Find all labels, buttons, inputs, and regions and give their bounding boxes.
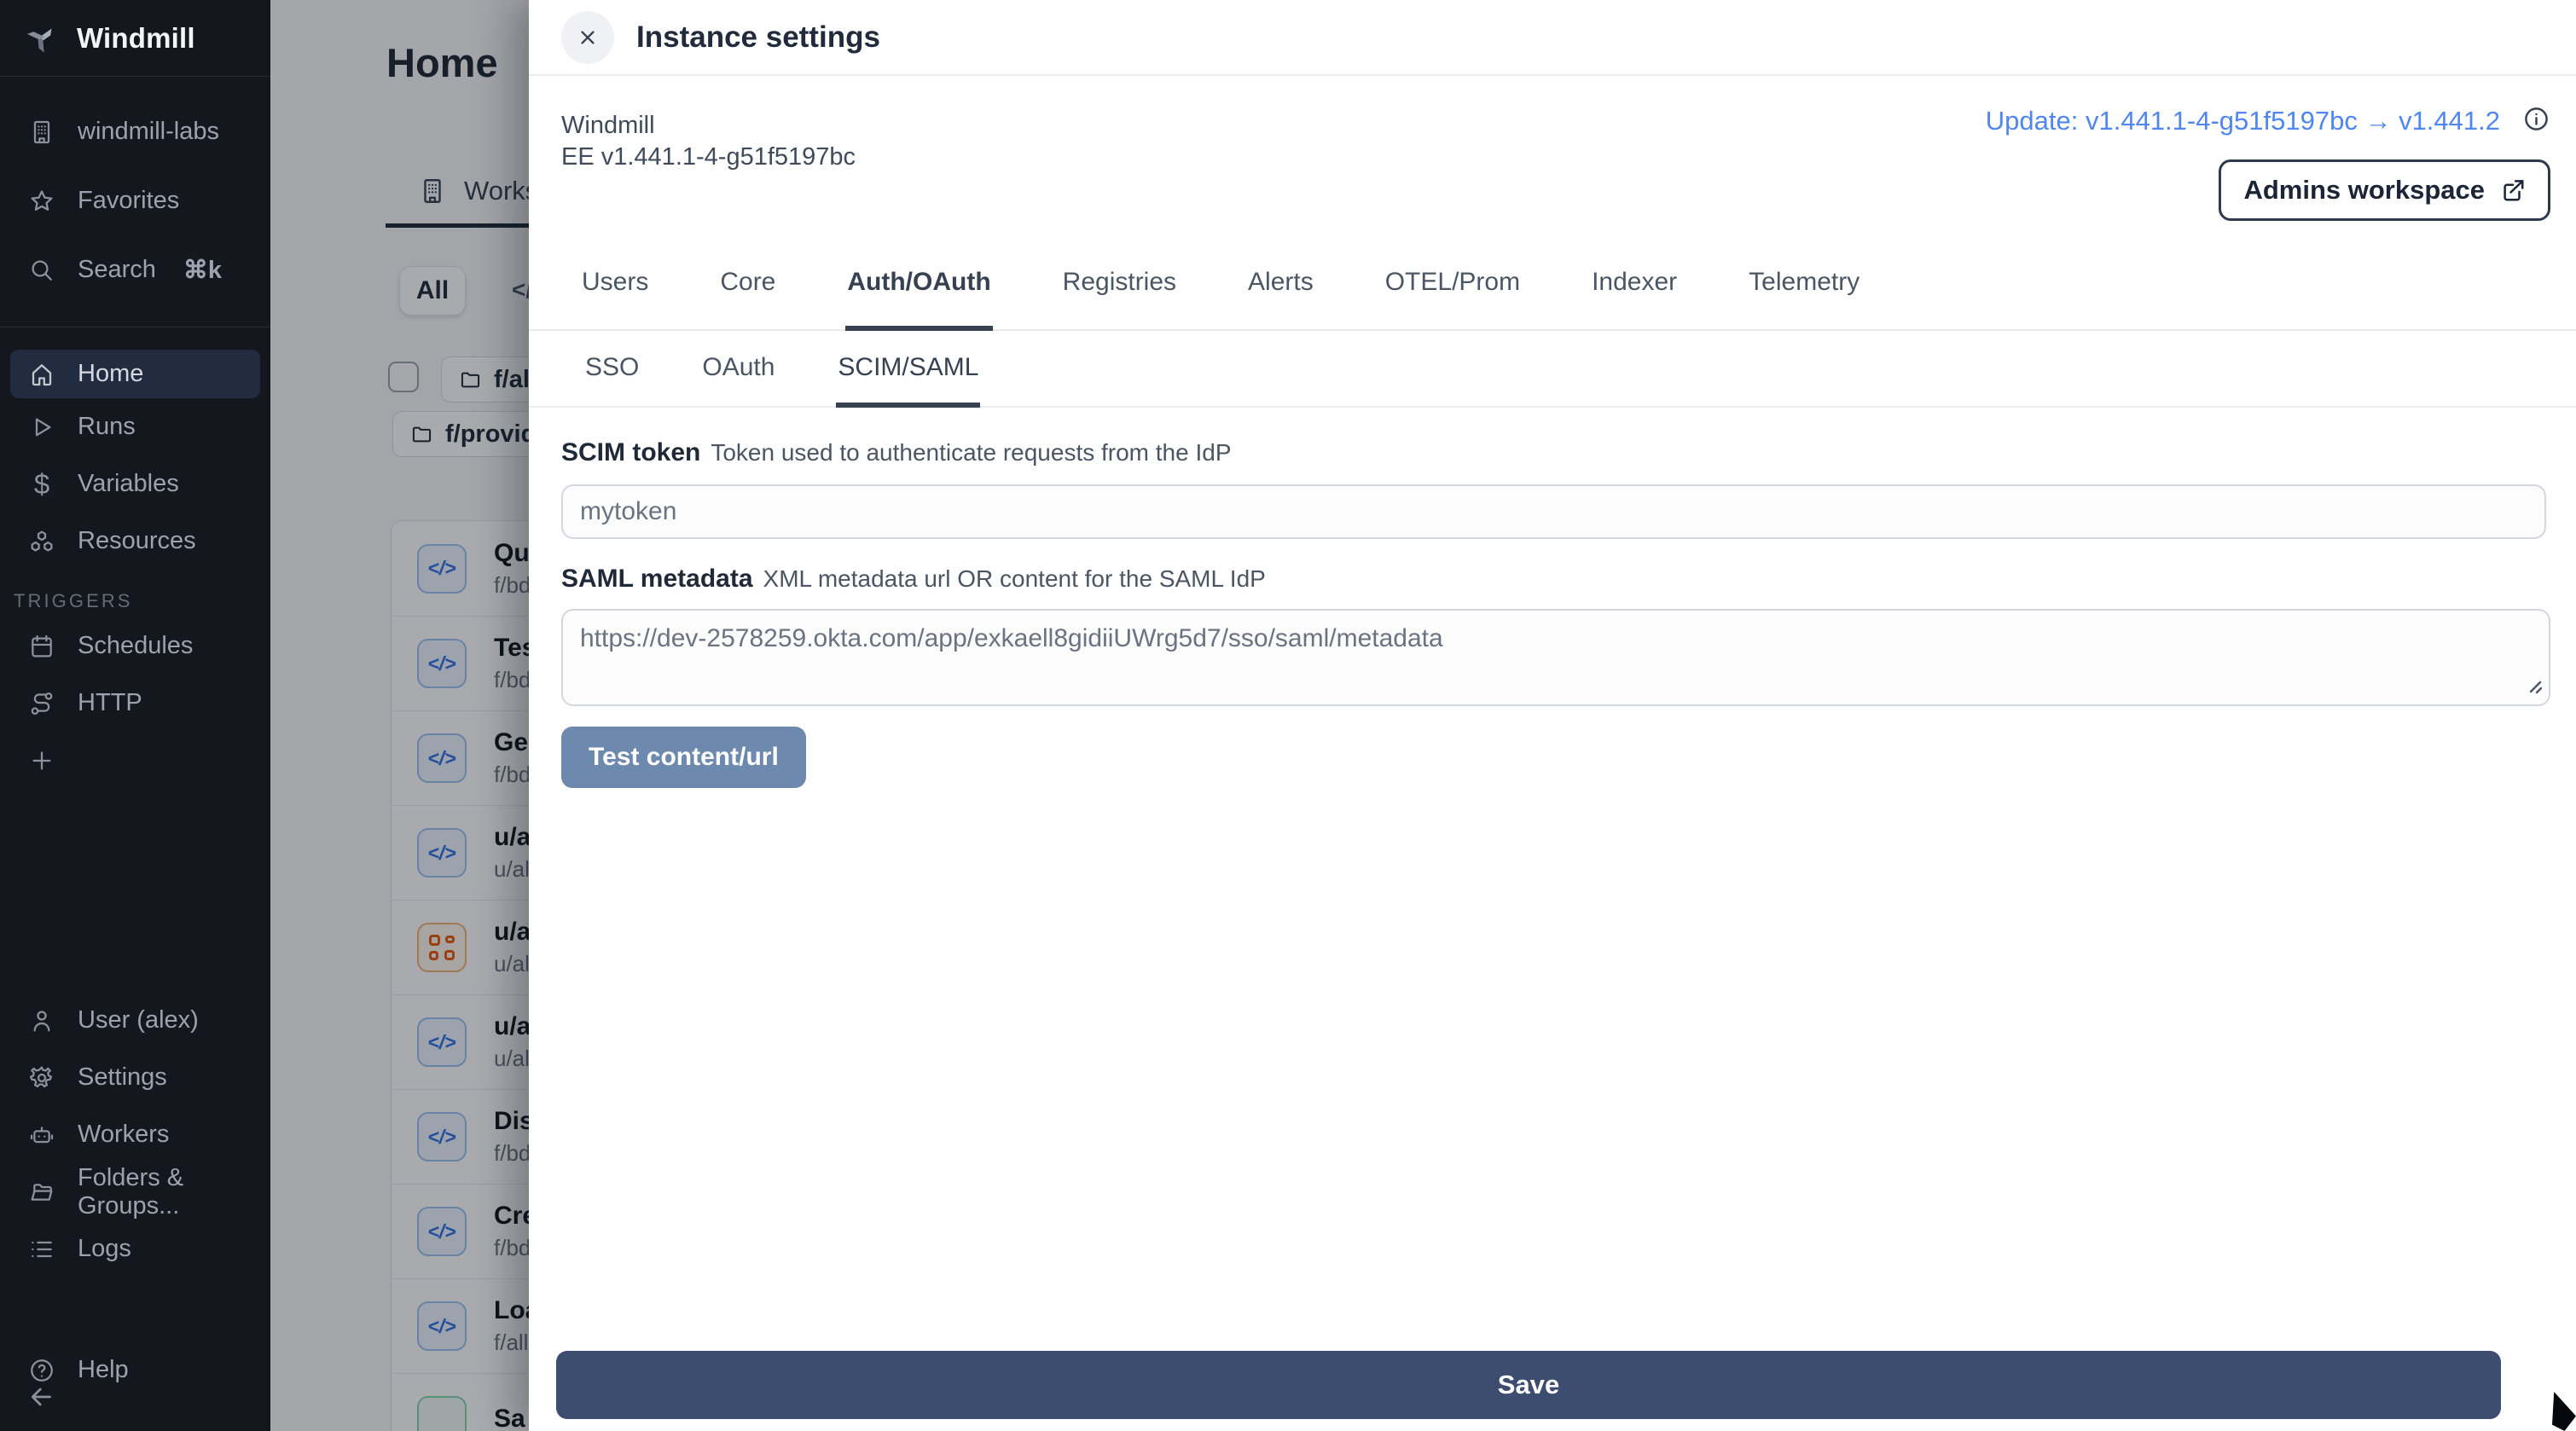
sidebar-item-workspace[interactable]: windmill-labs bbox=[0, 97, 270, 166]
building-icon bbox=[28, 119, 55, 146]
info-icon[interactable] bbox=[2522, 105, 2550, 137]
sidebar-item-http[interactable]: HTTP bbox=[0, 675, 270, 732]
workers-label: Workers bbox=[78, 1121, 169, 1149]
close-icon bbox=[576, 26, 600, 49]
sidebar-item-add-trigger[interactable] bbox=[0, 732, 270, 789]
update-link[interactable]: Update: v1.441.1-4-g51f5197bc → v1.441.2 bbox=[1986, 106, 2500, 136]
route-icon bbox=[28, 690, 55, 717]
star-icon bbox=[28, 188, 55, 215]
test-content-url-button[interactable]: Test content/url bbox=[561, 727, 806, 788]
folder-open-icon bbox=[28, 1179, 55, 1206]
collapse-sidebar-button[interactable] bbox=[26, 1382, 56, 1417]
subtab-sso[interactable]: SSO bbox=[583, 331, 641, 408]
user-label: User (alex) bbox=[78, 1006, 199, 1034]
instance-info-row: Windmill EE v1.441.1-4-g51f5197bc Update… bbox=[529, 76, 2576, 251]
drawer-title: Instance settings bbox=[636, 20, 880, 55]
sidebar-item-logs[interactable]: Logs bbox=[0, 1220, 270, 1277]
settings-tabs: Users Core Auth/OAuth Registries Alerts … bbox=[529, 256, 2576, 331]
gear-icon bbox=[28, 1064, 55, 1092]
workspace-label: windmill-labs bbox=[78, 118, 219, 146]
brand-name: Windmill bbox=[77, 22, 195, 55]
instance-settings-drawer: Instance settings Windmill EE v1.441.1-4… bbox=[529, 0, 2576, 1431]
search-shortcut: ⌘k bbox=[183, 255, 222, 285]
sidebar-item-favorites[interactable]: Favorites bbox=[0, 166, 270, 235]
subtab-scim-saml[interactable]: SCIM/SAML bbox=[836, 331, 980, 408]
close-button[interactable] bbox=[561, 11, 614, 64]
tab-otel-prom[interactable]: OTEL/Prom bbox=[1384, 256, 1522, 331]
brand-header[interactable]: Windmill bbox=[0, 0, 270, 77]
plus-icon bbox=[28, 747, 55, 774]
tab-telemetry[interactable]: Telemetry bbox=[1747, 256, 1861, 331]
sidebar: Windmill windmill-labs Favorites Search … bbox=[0, 0, 270, 1431]
runs-label: Runs bbox=[78, 413, 136, 441]
saml-metadata-label: SAML metadataXML metadata url OR content… bbox=[561, 565, 2576, 594]
sidebar-item-search[interactable]: Search ⌘k bbox=[0, 235, 270, 304]
external-link-icon bbox=[2500, 177, 2526, 203]
resize-handle-icon[interactable] bbox=[2523, 675, 2544, 699]
resources-label: Resources bbox=[78, 527, 196, 555]
tab-indexer[interactable]: Indexer bbox=[1590, 256, 1679, 331]
sidebar-item-schedules[interactable]: Schedules bbox=[0, 617, 270, 675]
play-icon bbox=[28, 414, 55, 441]
drawer-header: Instance settings bbox=[529, 0, 2576, 76]
saml-metadata-textarea[interactable]: https://dev-2578259.okta.com/app/exkaell… bbox=[561, 609, 2550, 706]
windmill-logo-icon bbox=[22, 20, 60, 57]
schedules-label: Schedules bbox=[78, 632, 193, 660]
sidebar-item-runs[interactable]: Runs bbox=[0, 398, 270, 455]
help-circle-icon bbox=[28, 1357, 55, 1384]
sidebar-item-user[interactable]: User (alex) bbox=[0, 992, 270, 1049]
tab-auth-oauth[interactable]: Auth/OAuth bbox=[845, 256, 992, 331]
boxes-icon bbox=[28, 528, 55, 555]
calendar-icon bbox=[28, 633, 55, 660]
user-icon bbox=[28, 1007, 55, 1034]
subtab-oauth[interactable]: OAuth bbox=[700, 331, 776, 408]
admins-workspace-button[interactable]: Admins workspace bbox=[2219, 159, 2550, 221]
arrow-left-icon bbox=[26, 1382, 56, 1412]
scim-saml-panel: SCIM tokenToken used to authenticate req… bbox=[529, 408, 2576, 788]
sidebar-item-workers[interactable]: Workers bbox=[0, 1106, 270, 1163]
sidebar-item-settings[interactable]: Settings bbox=[0, 1049, 270, 1106]
help-label: Help bbox=[78, 1356, 129, 1384]
home-icon bbox=[28, 361, 55, 388]
scim-token-input[interactable] bbox=[561, 484, 2546, 539]
triggers-section-label: TRIGGERS bbox=[0, 570, 270, 617]
http-label: HTTP bbox=[78, 689, 142, 717]
dollar-icon: $ bbox=[28, 471, 55, 498]
saml-metadata-help: XML metadata url OR content for the SAML… bbox=[763, 565, 1266, 592]
tab-registries[interactable]: Registries bbox=[1061, 256, 1178, 331]
auth-subtabs: SSO OAuth SCIM/SAML bbox=[529, 331, 2576, 408]
windmill-app: Windmill windmill-labs Favorites Search … bbox=[0, 0, 2576, 1431]
settings-label: Settings bbox=[78, 1063, 167, 1092]
tab-alerts[interactable]: Alerts bbox=[1246, 256, 1315, 331]
favorites-label: Favorites bbox=[78, 187, 179, 215]
search-icon bbox=[28, 257, 55, 284]
bot-icon bbox=[28, 1121, 55, 1149]
save-button[interactable]: Save bbox=[556, 1351, 2501, 1419]
sidebar-item-home[interactable]: Home bbox=[10, 350, 260, 398]
scim-token-label: SCIM tokenToken used to authenticate req… bbox=[561, 438, 2576, 467]
folders-groups-label: Folders & Groups... bbox=[78, 1164, 270, 1220]
variables-label: Variables bbox=[78, 470, 179, 498]
logs-label: Logs bbox=[78, 1235, 131, 1263]
search-label: Search bbox=[78, 256, 156, 284]
list-icon bbox=[28, 1236, 55, 1263]
home-label: Home bbox=[78, 360, 143, 388]
sidebar-item-resources[interactable]: Resources bbox=[0, 513, 270, 570]
scim-token-help: Token used to authenticate requests from… bbox=[711, 439, 1231, 466]
tab-users[interactable]: Users bbox=[580, 256, 650, 331]
sidebar-item-variables[interactable]: $ Variables bbox=[0, 455, 270, 513]
tab-core[interactable]: Core bbox=[718, 256, 777, 331]
sidebar-item-folders-groups[interactable]: Folders & Groups... bbox=[0, 1163, 270, 1220]
